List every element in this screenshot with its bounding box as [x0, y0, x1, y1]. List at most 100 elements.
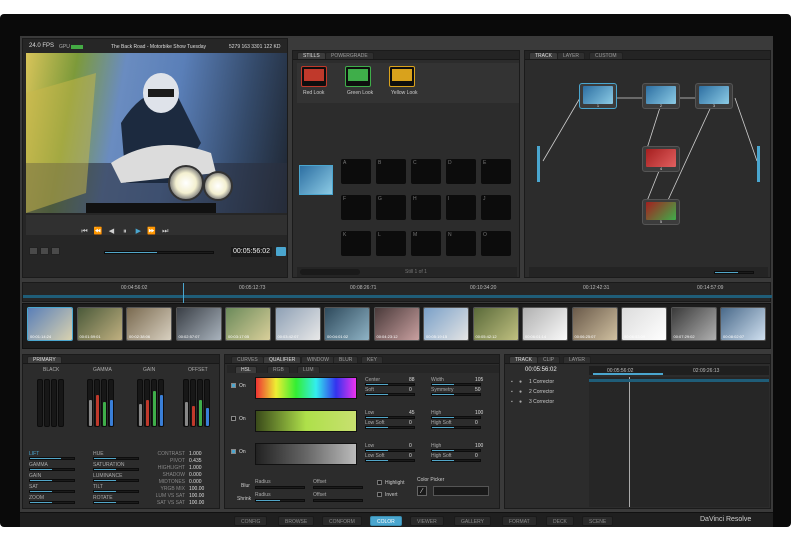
still-slot[interactable]: J	[481, 195, 511, 220]
tab-rgb[interactable]: RGB	[267, 366, 290, 373]
invert-checkbox[interactable]	[377, 492, 382, 497]
timeline-clip[interactable]: 00:03:17:05	[225, 307, 271, 341]
tab-window[interactable]: WINDOW	[301, 356, 335, 363]
still-thumb[interactable]	[299, 165, 333, 195]
still-slot[interactable]: M	[411, 231, 441, 256]
timeline-clip[interactable]: 00:08:02:07	[720, 307, 766, 341]
param-slider[interactable]	[29, 479, 75, 482]
primary-slider[interactable]	[183, 379, 189, 427]
tab-stills[interactable]: STILLS	[297, 52, 326, 59]
gallery-search-input[interactable]	[300, 269, 360, 275]
qualifier-param-slider[interactable]	[431, 416, 481, 419]
nav-deck[interactable]: DECK	[546, 516, 574, 526]
pause-icon[interactable]: ⏸	[120, 228, 129, 235]
tab-kf-layer[interactable]: LAYER	[563, 356, 592, 363]
kf-lock-icon[interactable]: ▪	[511, 399, 513, 405]
node-zoom-slider[interactable]	[714, 271, 754, 274]
qualifier-param-slider[interactable]	[365, 449, 415, 452]
fast-forward-icon[interactable]: ⏩	[147, 228, 156, 235]
shrink-radius-slider[interactable]	[255, 499, 305, 502]
qualifier-param-slider[interactable]	[431, 459, 481, 462]
tab-blur[interactable]: BLUR	[333, 356, 359, 363]
qualifier-param-slider[interactable]	[365, 426, 415, 429]
primary-slider[interactable]	[101, 379, 107, 427]
param-slider[interactable]	[29, 457, 75, 460]
timeline-clip[interactable]: 00:04:23:12	[373, 307, 420, 341]
still-slot[interactable]: B	[376, 159, 406, 184]
tab-kf-track[interactable]: TRACK	[509, 356, 538, 363]
still-slot[interactable]: C	[411, 159, 441, 184]
node-4[interactable]: 4	[642, 146, 680, 172]
qualifier-param-slider[interactable]	[431, 449, 481, 452]
timeline-clip[interactable]: 00:03:42:07	[274, 307, 321, 341]
primary-slider[interactable]	[144, 379, 150, 427]
qualifier-param-slider[interactable]	[365, 416, 415, 419]
kf-lock-icon[interactable]: ▪	[511, 379, 513, 385]
qualifier-param-slider[interactable]	[431, 426, 481, 429]
primary-slider[interactable]	[94, 379, 100, 427]
primary-slider[interactable]	[190, 379, 196, 427]
tab-kf-clip[interactable]: CLIP	[537, 356, 561, 363]
timeline-clip[interactable]: 00:05:42:12	[472, 307, 519, 341]
kf-lock-icon[interactable]: ▪	[511, 389, 513, 395]
qualifier-param-slider[interactable]	[365, 383, 415, 386]
primary-slider[interactable]	[151, 379, 157, 427]
node-input-handle[interactable]	[537, 146, 540, 182]
kf-eye-icon[interactable]: ●	[519, 399, 522, 405]
still-slot[interactable]: H	[411, 195, 441, 220]
audio-icon[interactable]	[51, 247, 60, 255]
blur-offset-slider[interactable]	[313, 486, 363, 489]
memory-red[interactable]	[301, 66, 327, 87]
still-slot[interactable]: I	[446, 195, 476, 220]
primary-slider[interactable]	[204, 379, 210, 427]
timeline-ruler[interactable]: 00:04:56:02 00:05:12:73 00:08:26:71 00:1…	[22, 282, 772, 303]
primary-slider[interactable]	[87, 379, 93, 427]
kf-eye-icon[interactable]: ●	[519, 389, 522, 395]
jog-slider[interactable]	[104, 251, 214, 254]
tab-hsl[interactable]: HSL	[235, 366, 257, 373]
primary-slider[interactable]	[108, 379, 114, 427]
qualifier-gradient[interactable]	[255, 410, 357, 432]
nav-conform[interactable]: CONFORM	[322, 516, 362, 526]
qualifier-param-slider[interactable]	[365, 459, 415, 462]
still-slot[interactable]: L	[376, 231, 406, 256]
timeline-clip[interactable]: 00:06:25:07	[571, 307, 618, 341]
qualifier-param-slider[interactable]	[431, 393, 481, 396]
qualifier-gradient[interactable]	[255, 443, 357, 465]
highlight-checkbox[interactable]	[377, 480, 382, 485]
still-slot[interactable]: K	[341, 231, 371, 256]
timeline-clip[interactable]: 00:02:38:06	[126, 307, 172, 341]
timeline-clip[interactable]: 00:06:53:09	[621, 307, 667, 341]
param-slider[interactable]	[93, 457, 139, 460]
still-slot[interactable]: F	[341, 195, 371, 220]
jump-start-icon[interactable]: ⏮	[80, 228, 89, 235]
tab-key[interactable]: KEY	[361, 356, 384, 363]
kf-playhead[interactable]	[629, 377, 630, 507]
qualifier-gradient[interactable]	[255, 377, 357, 399]
timeline-clip[interactable]: 00:02:57:07	[175, 307, 222, 341]
picker-mode-buttons[interactable]	[433, 486, 489, 496]
nav-color[interactable]: COLOR	[370, 516, 402, 526]
keyframe-area[interactable]	[589, 377, 769, 507]
tab-qualifier[interactable]: QUALIFIER	[263, 356, 302, 363]
param-slider[interactable]	[93, 501, 139, 504]
tab-curves[interactable]: CURVES	[231, 356, 264, 363]
still-slot[interactable]: A	[341, 159, 371, 184]
param-slider[interactable]	[29, 501, 75, 504]
timeline-clip[interactable]: 00:07:29:02	[670, 307, 717, 341]
primary-slider[interactable]	[44, 379, 50, 427]
keyframe-ruler[interactable]: 00:05:56:02 02:09:26:13	[589, 366, 769, 375]
blur-radius-slider[interactable]	[255, 486, 305, 489]
video-frame[interactable]	[26, 53, 287, 213]
nav-browse[interactable]: BROWSE	[278, 516, 315, 526]
nav-format[interactable]: FORMAT	[502, 516, 537, 526]
still-slot[interactable]: E	[481, 159, 511, 184]
param-slider[interactable]	[93, 479, 139, 482]
qualifier-enable-checkbox[interactable]	[231, 416, 236, 421]
qualifier-param-slider[interactable]	[431, 383, 481, 386]
nav-viewer[interactable]: VIEWER	[410, 516, 444, 526]
reverse-play-icon[interactable]: ◀	[107, 228, 116, 235]
timeline-clip[interactable]: 00:01:59:01	[76, 307, 123, 341]
tab-primary[interactable]: PRIMARY	[27, 356, 62, 363]
tab-powergrade[interactable]: POWERGRADE	[325, 52, 374, 59]
